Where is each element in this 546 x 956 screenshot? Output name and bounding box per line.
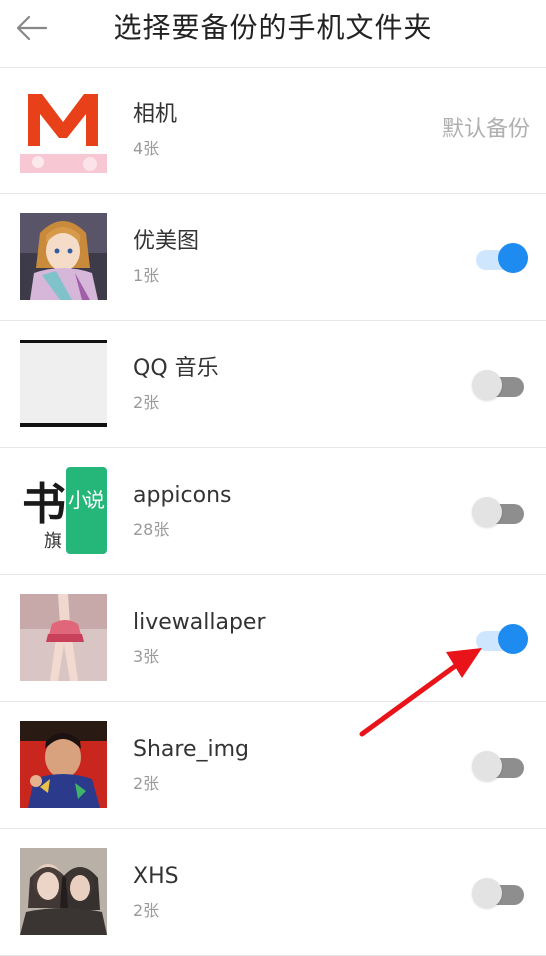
- folder-count: 2张: [133, 393, 160, 412]
- backup-toggle[interactable]: [472, 751, 528, 781]
- folder-count: 4张: [133, 139, 160, 158]
- anime-girl-thumb: [20, 213, 107, 300]
- appicons-right-glyph: 小说: [68, 488, 105, 512]
- folder-list: 相机 4张 默认备份 优美图 1张 QQ 音乐 2张 书 旗 小说 appico…: [0, 67, 546, 956]
- folder-name: livewallaper: [133, 610, 266, 635]
- backup-toggle[interactable]: [472, 243, 528, 273]
- wallpaper-thumb: [20, 594, 107, 681]
- folder-name: XHS: [133, 864, 179, 889]
- default-backup-label: 默认备份: [441, 117, 530, 142]
- appicons-left-glyph: 书: [22, 479, 66, 530]
- folder-name: QQ 音乐: [133, 356, 219, 381]
- folder-row-xhs[interactable]: XHS 2张: [0, 829, 546, 956]
- folder-count: 28张: [133, 520, 170, 539]
- backup-toggle[interactable]: [472, 624, 528, 654]
- backup-toggle[interactable]: [472, 878, 528, 908]
- folder-row-appicons[interactable]: 书 旗 小说 appicons 28张: [0, 448, 546, 575]
- blank-image-thumb: [20, 340, 107, 427]
- camera-folder-thumb: [20, 86, 107, 173]
- folder-row-qqmusic[interactable]: QQ 音乐 2张: [0, 321, 546, 448]
- folder-row-camera[interactable]: 相机 4张 默认备份: [0, 67, 546, 194]
- meme-thumb: [20, 721, 107, 808]
- folder-row-share-img[interactable]: Share_img 2张: [0, 702, 546, 829]
- photo-thumb: [20, 848, 107, 935]
- book-app-thumb: 书 旗 小说: [20, 467, 107, 554]
- folder-row-livewallaper[interactable]: livewallaper 3张: [0, 575, 546, 702]
- appicons-small-glyph: 旗: [44, 531, 62, 552]
- folder-name: 优美图: [133, 229, 200, 254]
- backup-toggle[interactable]: [472, 370, 528, 400]
- folder-name: Share_img: [133, 737, 249, 762]
- top-bar: 选择要备份的手机文件夹: [0, 0, 546, 68]
- folder-count: 2张: [133, 901, 160, 920]
- backup-toggle[interactable]: [472, 497, 528, 527]
- folder-count: 1张: [133, 266, 160, 285]
- folder-count: 3张: [133, 647, 160, 666]
- folder-count: 2张: [133, 774, 160, 793]
- folder-row-youmeitu[interactable]: 优美图 1张: [0, 194, 546, 321]
- page-title: 选择要备份的手机文件夹: [113, 11, 433, 44]
- folder-name: appicons: [133, 483, 232, 508]
- folder-name: 相机: [133, 102, 178, 127]
